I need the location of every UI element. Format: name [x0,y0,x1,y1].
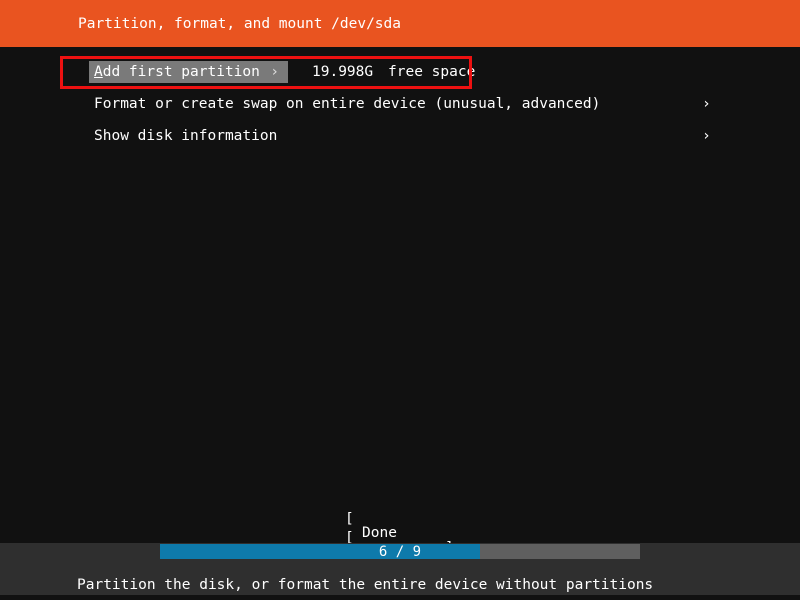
cancel-button[interactable]: [ Cancel ] [345,516,455,573]
menu-row-format-entire-device[interactable]: Format or create swap on entire device (… [0,92,800,124]
chevron-right-icon[interactable]: › [702,129,711,144]
format-entire-device-label: Format or create swap on entire device (… [94,96,601,112]
free-space-size: 19.998G [312,64,374,80]
chevron-right-icon[interactable]: › [702,97,711,112]
partition-menu: Add first partition › 19.998G free space… [0,60,800,156]
progress-bar-label: 6 / 9 [378,544,422,560]
page-title: Partition, format, and mount /dev/sda [78,16,402,32]
add-first-partition-label-rest: dd first partition [102,64,260,80]
accelerator-key: A [94,64,103,80]
chevron-right-icon: › [270,64,279,80]
installer-screen: Partition, format, and mount /dev/sda Ad… [0,0,800,600]
menu-row-add-first-partition[interactable]: Add first partition › 19.998G free space [0,60,800,92]
progress-bar: 6 / 9 [160,544,640,559]
done-button[interactable]: [ Done ] [345,497,455,554]
free-space-description: free space [388,64,476,80]
menu-row-show-disk-information[interactable]: Show disk information › [0,124,800,156]
add-first-partition-label: Add first partition [94,65,260,80]
footer-hint-text: Partition the disk, or format the entire… [77,577,654,593]
header-bar: Partition, format, and mount /dev/sda [0,0,800,47]
show-disk-information-label: Show disk information [94,128,278,144]
add-first-partition-button[interactable]: Add first partition › [89,61,288,83]
